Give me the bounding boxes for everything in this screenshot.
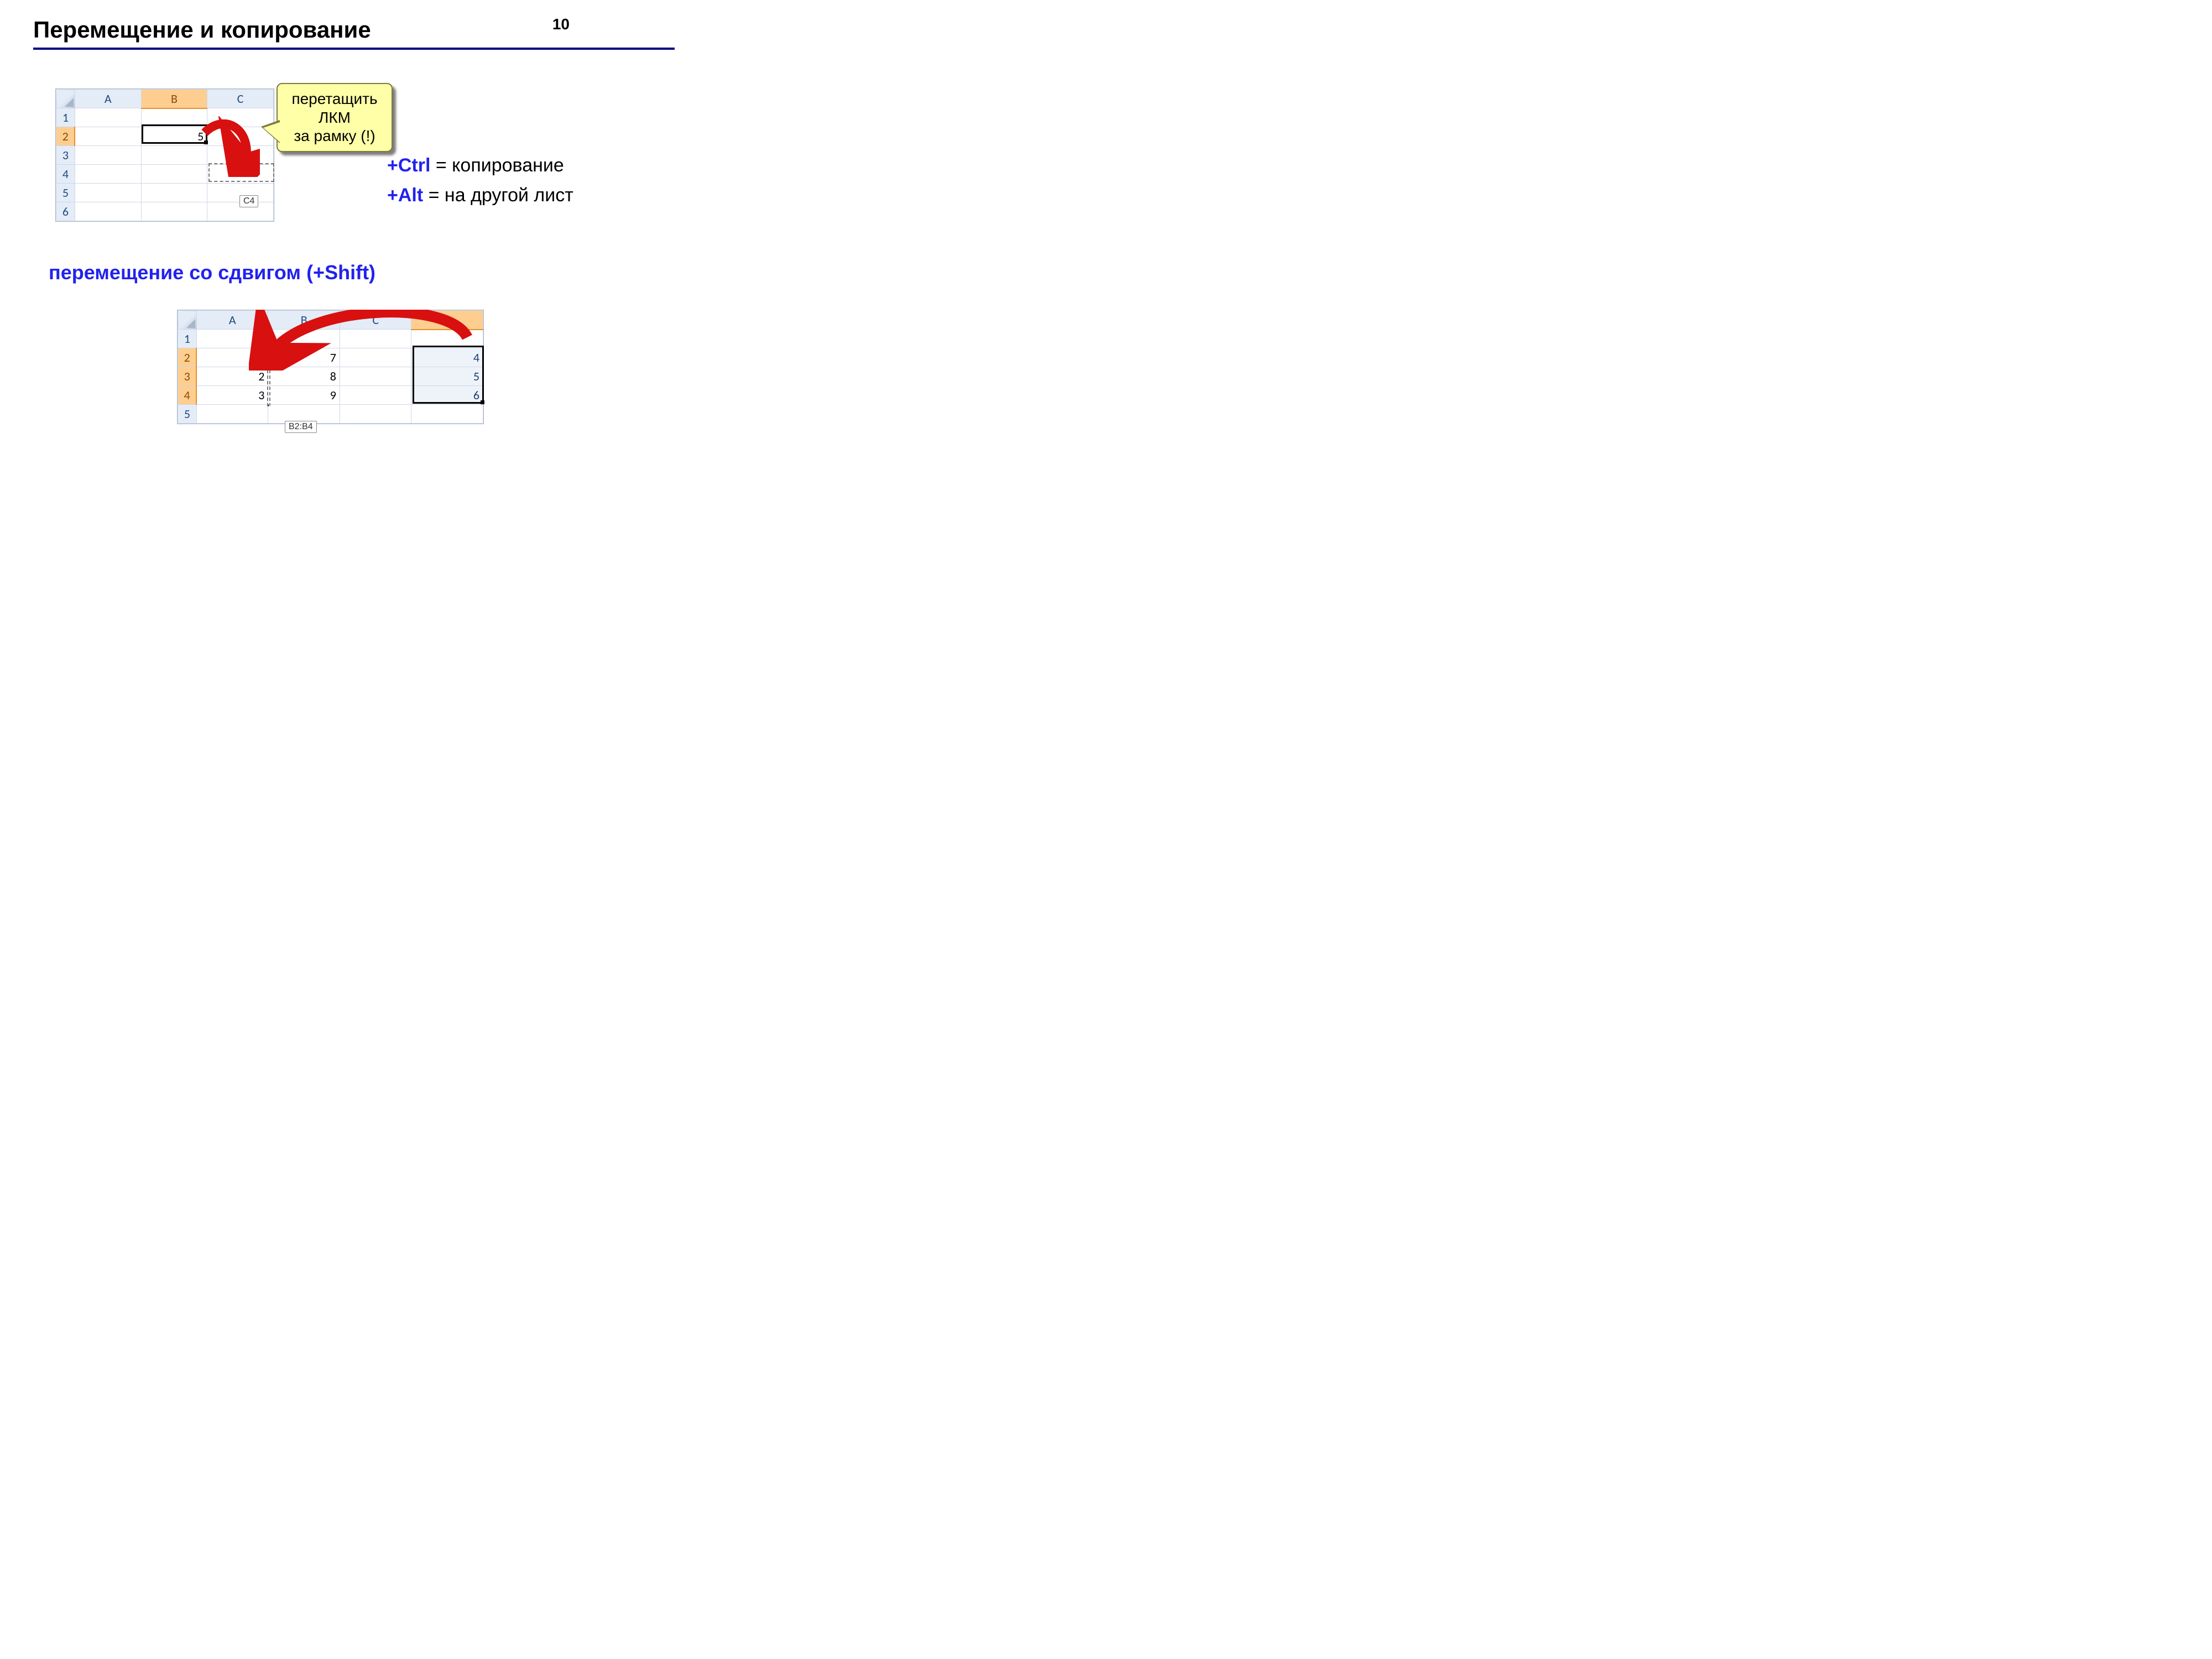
cell-D2[interactable]: 4 <box>411 348 483 367</box>
cell-D4[interactable]: 6 <box>411 386 483 405</box>
hint-alt: +Alt = на другой лист <box>387 180 573 210</box>
callout-line1: перетащить ЛКМ <box>291 90 377 126</box>
col-header-A[interactable]: A <box>75 90 141 108</box>
cell-A4[interactable]: 3 <box>196 386 268 405</box>
hint-alt-text: = на другой лист <box>423 185 573 206</box>
row-header[interactable]: 6 <box>56 202 75 221</box>
cell[interactable] <box>340 367 411 386</box>
col-header-B[interactable]: B <box>141 90 207 108</box>
cell-A2[interactable]: 1 <box>196 348 268 367</box>
spreadsheet-bottom-table: A B C D 1 2 1 7 4 3 2 8 5 4 3 9 <box>178 310 483 424</box>
hint-alt-key: +Alt <box>387 185 423 206</box>
col-header-C[interactable]: C <box>340 311 411 330</box>
col-header-A[interactable]: A <box>196 311 268 330</box>
spreadsheet-bottom: A B C D 1 2 1 7 4 3 2 8 5 4 3 9 <box>177 310 484 424</box>
subheading: перемещение со сдвигом (+Shift) <box>49 261 375 284</box>
cell-B2[interactable]: 7 <box>268 348 340 367</box>
title-rule <box>33 48 675 50</box>
row-header[interactable]: 5 <box>56 184 75 202</box>
cell[interactable] <box>340 348 411 367</box>
row-header[interactable]: 1 <box>56 108 75 127</box>
modifier-hints: +Ctrl = копирование +Alt = на другой лис… <box>387 150 573 211</box>
cell-B4[interactable]: 9 <box>268 386 340 405</box>
callout-line2: за рамку (!) <box>294 127 375 144</box>
col-header-B[interactable]: B <box>268 311 340 330</box>
page-title: Перемещение и копирование <box>33 17 675 43</box>
row-header[interactable]: 4 <box>178 386 197 405</box>
row-header[interactable]: 3 <box>56 146 75 165</box>
corner-cell[interactable] <box>178 311 197 330</box>
col-header-C[interactable]: C <box>207 90 274 108</box>
callout-tip: перетащить ЛКМ за рамку (!) <box>276 83 393 152</box>
cell[interactable] <box>75 127 141 146</box>
cell[interactable] <box>340 386 411 405</box>
page-number: 10 <box>552 15 570 33</box>
row-header[interactable]: 1 <box>178 330 197 348</box>
corner-cell[interactable] <box>56 90 75 108</box>
hint-ctrl-key: +Ctrl <box>387 155 430 176</box>
range-tooltip: B2:B4 <box>285 421 317 433</box>
hint-ctrl: +Ctrl = копирование <box>387 150 573 180</box>
cell-A3[interactable]: 2 <box>196 367 268 386</box>
spreadsheet-top: A B C 1 2 5 3 4 5 6 C4 <box>55 88 274 222</box>
row-header[interactable]: 4 <box>56 165 75 184</box>
row-header[interactable]: 3 <box>178 367 197 386</box>
cell-B2[interactable]: 5 <box>141 127 207 146</box>
row-header[interactable]: 2 <box>56 127 75 146</box>
hint-ctrl-text: = копирование <box>430 155 564 176</box>
row-header[interactable]: 2 <box>178 348 197 367</box>
row-header[interactable]: 5 <box>178 405 197 424</box>
cell-B3[interactable]: 8 <box>268 367 340 386</box>
col-header-D[interactable]: D <box>411 311 483 330</box>
cell-tooltip: C4 <box>239 195 258 207</box>
cell-D3[interactable]: 5 <box>411 367 483 386</box>
slide: 10 Перемещение и копирование A B C 1 2 5… <box>0 0 708 531</box>
